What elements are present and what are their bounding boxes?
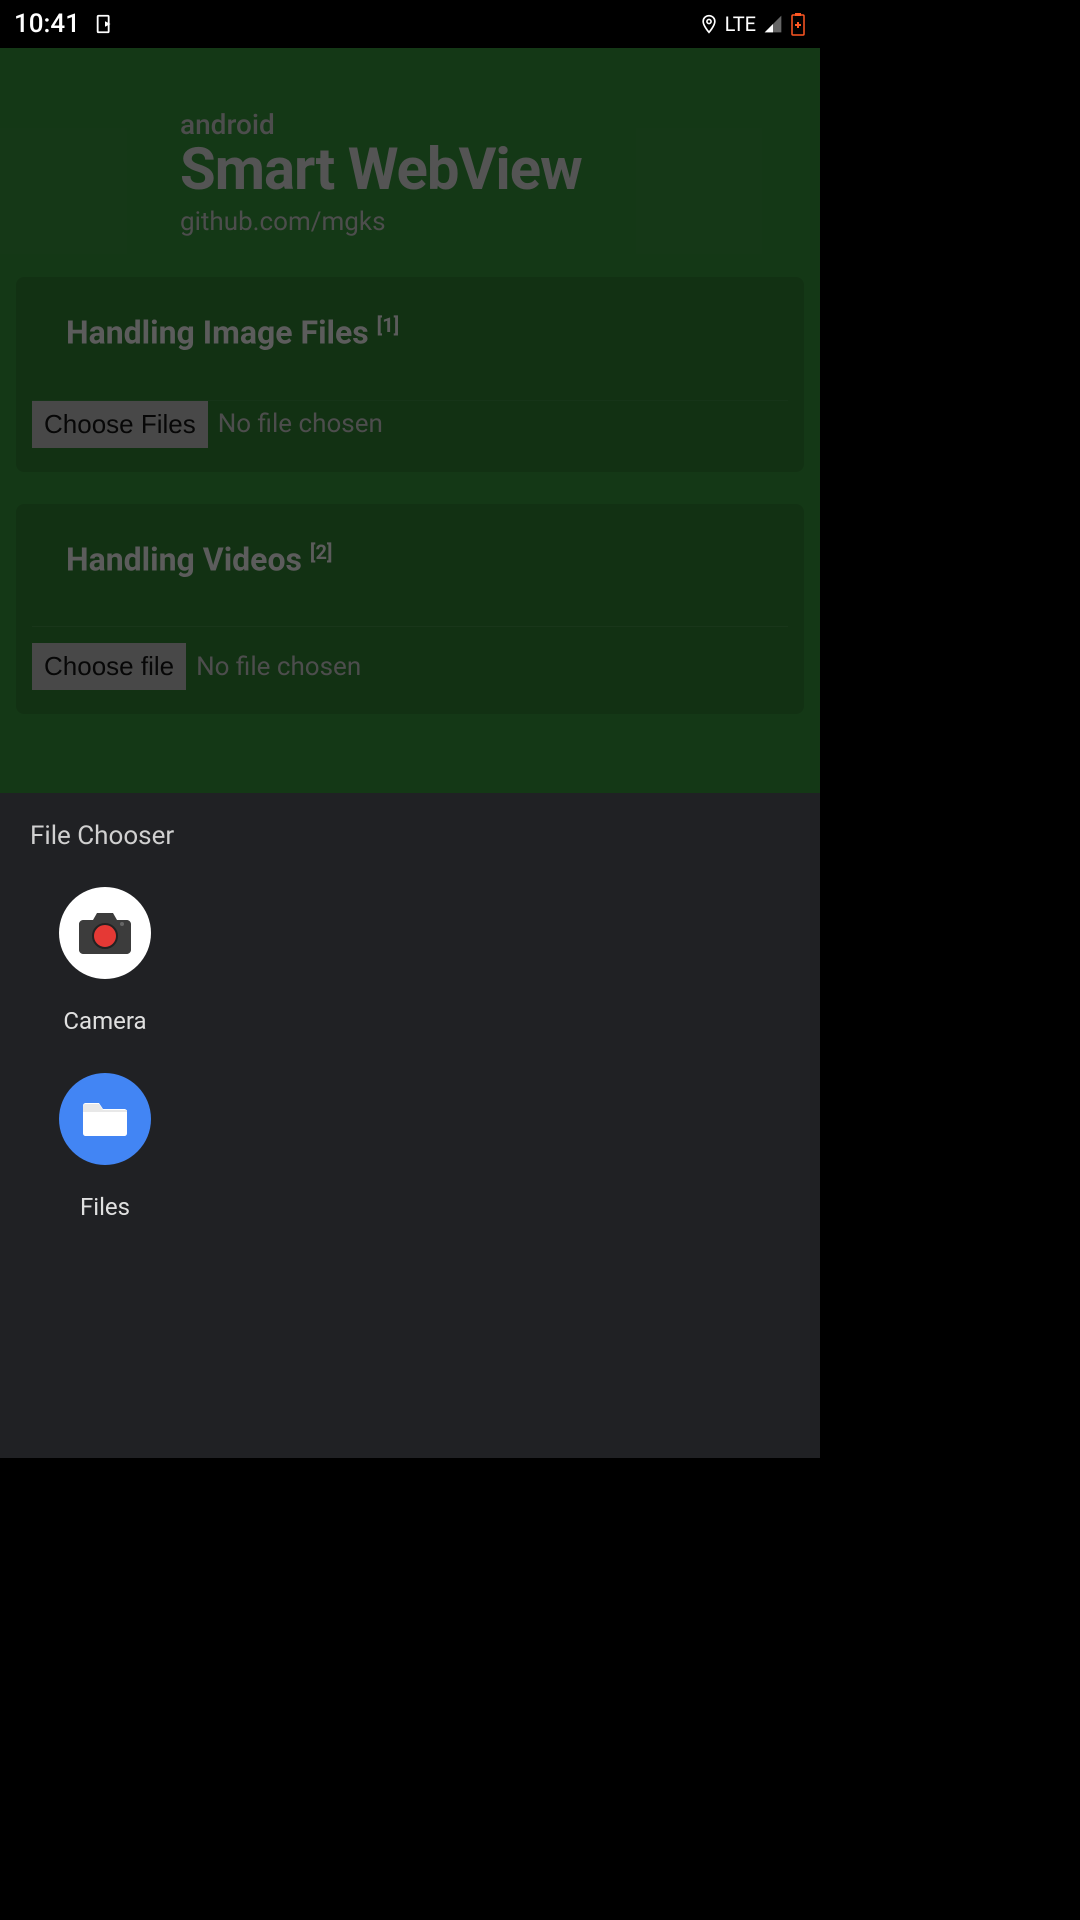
status-right: LTE: [699, 12, 806, 36]
file-chooser-sheet: File Chooser Camera Files: [0, 793, 820, 1458]
chooser-item-camera[interactable]: Camera: [30, 887, 180, 1035]
chooser-title: File Chooser: [30, 821, 790, 851]
file-input-row: Choose file No file chosen: [32, 626, 788, 690]
file-input-row: Choose Files No file chosen: [32, 400, 788, 448]
section-images: Handling Image Files [1] Choose Files No…: [16, 277, 804, 472]
file-chosen-status: No file chosen: [218, 409, 383, 439]
section-heading-sup: [1]: [377, 313, 400, 337]
choose-file-button[interactable]: Choose file: [32, 643, 186, 690]
file-chosen-status: No file chosen: [196, 652, 361, 682]
status-left: 10:41: [14, 9, 116, 39]
status-time: 10:41: [14, 9, 80, 39]
section-videos: Handling Videos [2] Choose file No file …: [16, 504, 804, 715]
choose-files-button[interactable]: Choose Files: [32, 401, 208, 448]
app-header: android Smart WebView github.com/mgks: [0, 48, 820, 277]
battery-icon: [790, 12, 806, 36]
section-heading: Handling Image Files [1]: [32, 313, 788, 352]
header-link: github.com/mgks: [180, 207, 820, 237]
chooser-item-label: Files: [80, 1193, 130, 1221]
header-title: Smart WebView: [180, 141, 820, 199]
network-label: LTE: [725, 12, 756, 36]
section-heading-sup: [2]: [310, 540, 333, 564]
camera-icon: [59, 887, 151, 979]
section-heading: Handling Videos [2]: [32, 540, 788, 579]
location-icon: [699, 13, 719, 35]
section-heading-text: Handling Videos: [66, 540, 310, 578]
section-heading-text: Handling Image Files: [66, 314, 377, 352]
exit-app-icon: [94, 13, 116, 35]
folder-icon: [59, 1073, 151, 1165]
status-bar: 10:41 LTE: [0, 0, 820, 48]
chooser-item-files[interactable]: Files: [30, 1073, 180, 1221]
signal-icon: [762, 14, 784, 34]
chooser-item-label: Camera: [63, 1007, 146, 1035]
